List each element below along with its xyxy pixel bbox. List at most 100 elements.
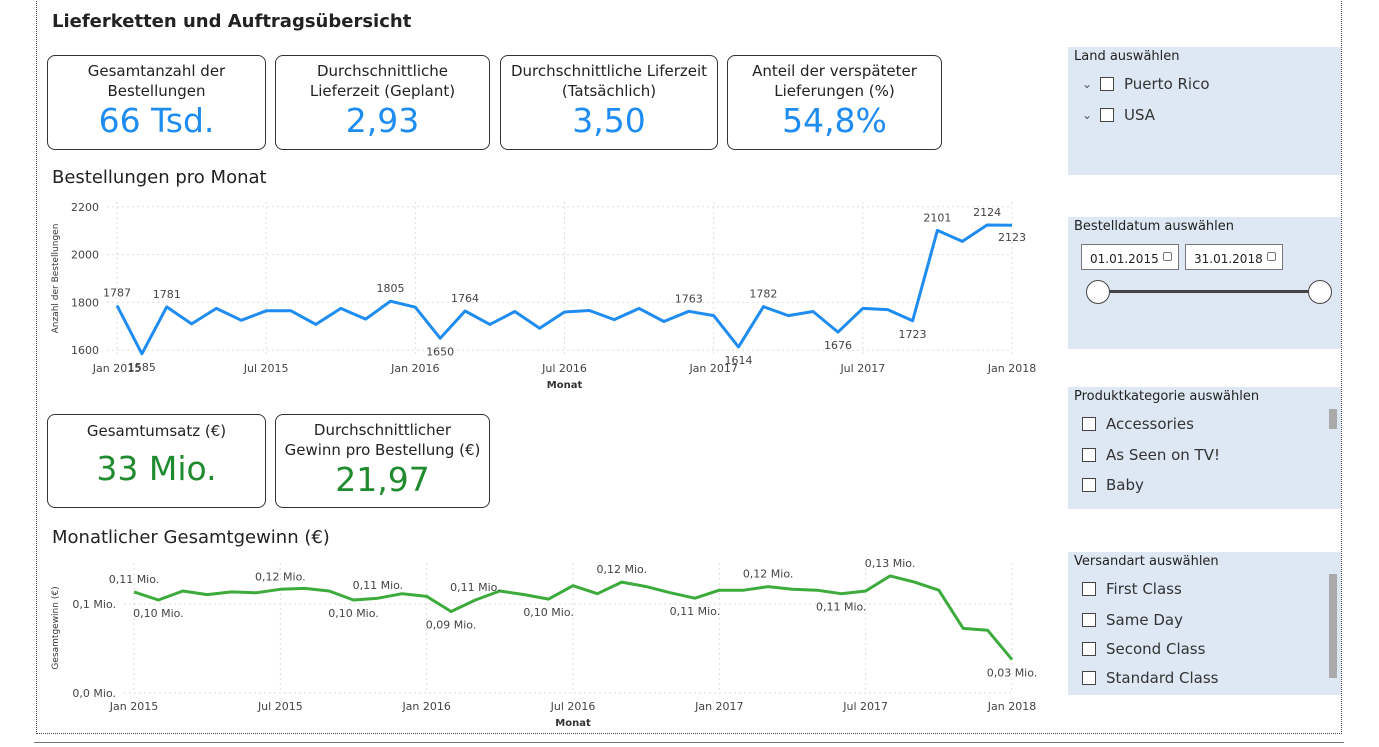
kpi-card-planned-delivery[interactable]: Durchschnittliche Lieferzeit (Geplant) 2… [275, 55, 490, 150]
kpi-card-profit-per-order[interactable]: Durchschnittlicher Gewinn pro Bestellung… [275, 414, 490, 508]
data-label: 1723 [899, 328, 927, 341]
data-label: 1614 [725, 354, 753, 367]
range-end-handle[interactable] [1308, 280, 1332, 304]
kpi-label: Anteil der verspäteter [752, 62, 917, 80]
kpi-card-actual-delivery[interactable]: Durchschnittliche Liferzeit (Tatsächlich… [500, 55, 718, 150]
kpi-label: Gewinn pro Bestellung (€) [284, 441, 481, 459]
slicer-shipping-mode[interactable]: Versandart auswählen First Class Same Da… [1068, 552, 1341, 695]
end-date-input[interactable]: 31.01.2018 [1185, 244, 1283, 270]
end-date-value: 31.01.2018 [1194, 252, 1263, 266]
data-label: 1805 [376, 282, 404, 295]
kpi-label: (Tatsächlich) [561, 82, 657, 100]
data-label: 0,09 Mio. [426, 619, 477, 632]
x-tick-label: Jan 2018 [987, 362, 1036, 375]
slicer-option-accessories[interactable]: Accessories [1082, 415, 1194, 433]
data-label: 1787 [103, 287, 131, 300]
start-date-value: 01.01.2015 [1090, 252, 1159, 266]
kpi-label: Lieferzeit (Geplant) [309, 82, 456, 100]
option-label: Accessories [1106, 415, 1194, 433]
checkbox[interactable] [1082, 613, 1096, 627]
data-label: 0,11 Mio. [109, 573, 160, 586]
option-label: Same Day [1106, 611, 1183, 629]
start-date-input[interactable]: 01.01.2015 [1081, 244, 1179, 270]
data-label: 0,11 Mio. [353, 579, 404, 592]
chart-monthly-profit[interactable]: Jan 2015 Jul 2015 Jan 2016 Jul 2016 Jan 2017… [40, 555, 1050, 735]
data-label: 0,10 Mio. [133, 607, 184, 620]
slicer-option-puerto-rico[interactable]: ⌄ Puerto Rico [1082, 75, 1210, 93]
slicer-option-second-class[interactable]: Second Class [1082, 640, 1205, 658]
date-range-track[interactable] [1096, 290, 1319, 293]
kpi-label: Durchschnittliche [317, 62, 448, 80]
slicer-option-same-day[interactable]: Same Day [1082, 611, 1183, 629]
data-label: 1650 [426, 345, 454, 358]
scrollbar-thumb[interactable] [1329, 409, 1337, 429]
y-tick-label: 2000 [71, 249, 99, 262]
y-axis-title: Anzahl der Bestellungen [51, 224, 61, 334]
series-line [115, 223, 1013, 356]
calendar-icon[interactable] [1163, 252, 1172, 261]
chevron-down-icon[interactable]: ⌄ [1082, 108, 1100, 122]
checkbox[interactable] [1082, 478, 1096, 492]
y-tick-label: 2200 [71, 201, 99, 214]
slicer-title: Versandart auswählen [1074, 554, 1219, 569]
kpi-value: 33 Mio. [96, 449, 217, 488]
checkbox[interactable] [1082, 642, 1096, 656]
chart-orders-title: Bestellungen pro Monat [52, 167, 267, 188]
checkbox[interactable] [1082, 417, 1096, 431]
x-tick-label: Jul 2017 [839, 362, 885, 375]
kpi-value: 21,97 [335, 460, 430, 499]
data-label: 0,12 Mio. [255, 570, 306, 583]
x-axis-title: Monat [547, 380, 583, 391]
data-label: 1676 [824, 339, 852, 352]
option-label: As Seen on TV! [1106, 446, 1220, 464]
slicer-option-baby[interactable]: Baby [1082, 476, 1144, 494]
x-axis-title: Monat [555, 718, 591, 729]
scrollbar-thumb[interactable] [1329, 574, 1337, 678]
data-label: 1764 [451, 292, 479, 305]
page-bottom-border [34, 742, 1344, 743]
x-tick-label: Jan 2016 [390, 362, 439, 375]
x-tick-label: Jan 2018 [987, 700, 1036, 713]
calendar-icon[interactable] [1267, 252, 1276, 261]
kpi-card-revenue[interactable]: Gesamtumsatz (€) 33 Mio. [47, 414, 266, 508]
range-start-handle[interactable] [1086, 280, 1110, 304]
slicer-option-first-class[interactable]: First Class [1082, 580, 1182, 598]
kpi-card-orders[interactable]: Gesamtanzahl der Bestellungen 66 Tsd. [47, 55, 266, 150]
x-tick-label: Jul 2017 [842, 700, 888, 713]
slicer-order-date[interactable]: Bestelldatum auswählen 01.01.2015 31.01.… [1068, 217, 1341, 349]
x-tick-label: Jul 2015 [257, 700, 303, 713]
kpi-label: Gesamtanzahl der [87, 62, 226, 80]
chart-profit-title: Monatlicher Gesamtgewinn (€) [52, 527, 330, 548]
kpi-card-late-share[interactable]: Anteil der verspäteter Lieferungen (%) 5… [727, 55, 942, 150]
data-label: 1782 [749, 288, 777, 301]
checkbox[interactable] [1082, 448, 1096, 462]
y-tick-label: 1600 [71, 344, 99, 357]
checkbox[interactable] [1082, 671, 1096, 685]
y-tick-label: 0,1 Mio. [72, 598, 116, 611]
x-tick-label: Jul 2016 [541, 362, 587, 375]
slicer-option-standard-class[interactable]: Standard Class [1082, 669, 1218, 687]
data-label: 0,10 Mio. [328, 607, 379, 620]
data-label: 2101 [923, 211, 951, 224]
option-label: Baby [1106, 476, 1144, 494]
slicer-option-usa[interactable]: ⌄ USA [1082, 106, 1155, 124]
kpi-value: 2,93 [345, 101, 420, 140]
option-label: Standard Class [1106, 669, 1219, 687]
slicer-country[interactable]: Land auswählen ⌄ Puerto Rico ⌄ USA [1068, 47, 1341, 175]
kpi-label: Durchschnittliche Liferzeit [510, 62, 708, 80]
kpi-value: 54,8% [782, 101, 887, 140]
x-tick-label: Jan 2016 [401, 700, 450, 713]
slicer-option-as-seen-on-tv[interactable]: As Seen on TV! [1082, 446, 1220, 464]
x-tick-label: Jul 2015 [243, 362, 289, 375]
slicer-title: Land auswählen [1074, 49, 1180, 64]
checkbox[interactable] [1100, 108, 1114, 122]
checkbox[interactable] [1100, 77, 1114, 91]
chart-orders-per-month[interactable]: Jan 2015 Jul 2015 Jan 2016 Jul 2016 Jan 2017… [40, 190, 1050, 400]
x-tick-label: Jan 2017 [694, 700, 743, 713]
data-label: 0,12 Mio. [743, 568, 794, 581]
x-tick-label: Jul 2016 [550, 700, 596, 713]
chevron-down-icon[interactable]: ⌄ [1082, 77, 1100, 91]
slicer-product-category[interactable]: Produktkategorie auswählen Accessories A… [1068, 387, 1341, 509]
checkbox[interactable] [1082, 582, 1096, 596]
option-label: USA [1124, 106, 1156, 124]
